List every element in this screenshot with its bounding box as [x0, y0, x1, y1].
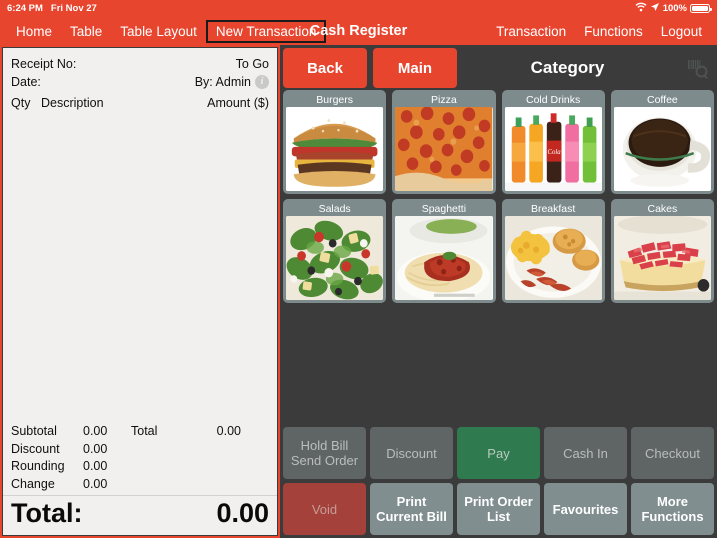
nav-item-functions[interactable]: Functions [575, 21, 652, 42]
main-button[interactable]: Main [373, 48, 457, 88]
cash-in-button[interactable]: Cash In [544, 427, 627, 479]
void-button[interactable]: Void [283, 483, 366, 535]
rounding-value: 0.00 [83, 459, 108, 473]
svg-text:Cola: Cola [547, 148, 561, 156]
tile-label: Cold Drinks [525, 94, 581, 106]
spaghetti-plate-image [395, 216, 493, 300]
receipt-totals: Subtotal 0.00 Total 0.00 Discount 0.00 R… [3, 423, 277, 495]
status-bar-right: 100% [635, 2, 712, 15]
more-functions-button[interactable]: More Functions [631, 483, 714, 535]
ios-status-bar: 6:24 PM Fri Nov 27 100% [0, 0, 717, 17]
category-tile-cakes[interactable]: Cakes [610, 199, 714, 303]
salad-bowl-image [286, 216, 384, 300]
receipt-line-items[interactable] [3, 110, 277, 423]
order-type-value[interactable]: To Go [236, 55, 269, 73]
receipt-no-label: Receipt No: [11, 57, 77, 71]
nav-item-table[interactable]: Table [61, 21, 111, 42]
main-nav-bar: Cash Register Home Table Table Layout Ne… [0, 17, 717, 45]
totals-row: Discount 0.00 [11, 441, 269, 459]
strawberry-cake-image [613, 216, 711, 300]
change-value: 0.00 [83, 476, 108, 491]
tile-label: Pizza [431, 94, 457, 106]
totals-row: Subtotal 0.00 Total 0.00 [11, 423, 269, 441]
change-label: Change [11, 476, 55, 491]
nav-item-table-layout[interactable]: Table Layout [111, 21, 206, 42]
tile-label: Breakfast [530, 203, 576, 215]
receipt-header: Receipt No: To Go Date: By: Admin i [3, 48, 277, 94]
tile-label: Cakes [647, 203, 678, 215]
coffee-cup-image [613, 107, 711, 191]
subtotal-value: 0.00 [83, 424, 108, 438]
total-side-label: Total [131, 424, 158, 438]
info-icon[interactable]: i [255, 75, 269, 89]
category-title: Category [530, 58, 605, 77]
category-tile-spaghetti[interactable]: Spaghetti [392, 199, 496, 303]
nav-item-home[interactable]: Home [7, 21, 61, 42]
discount-label: Discount [11, 441, 60, 456]
receipt-date-row: Date: By: Admin i [11, 73, 269, 91]
discount-button[interactable]: Discount [370, 427, 453, 479]
status-bar-time: 6:24 PM [7, 3, 43, 14]
operator-label: By: Admin [194, 75, 251, 89]
category-tile-cold-drinks[interactable]: Cold Drinks Cola [501, 90, 605, 194]
column-header-qty: Qty [11, 96, 31, 110]
back-button[interactable]: Back [283, 48, 367, 88]
status-bar-date: Fri Nov 27 [50, 3, 97, 14]
receipt-date-label: Date: [11, 75, 41, 89]
hold-bill-send-order-button[interactable]: Hold Bill Send Order [283, 427, 366, 479]
favourites-button[interactable]: Favourites [544, 483, 627, 535]
breakfast-plate-image [504, 216, 602, 300]
subtotal-label: Subtotal [11, 424, 57, 438]
category-tile-coffee[interactable]: Coffee [610, 90, 714, 194]
tile-label: Salads [318, 203, 351, 215]
tile-label: Coffee [647, 94, 678, 106]
nav-right-group: Transaction Functions Logout [487, 21, 717, 42]
burger-image [286, 107, 384, 191]
pizza-image [395, 107, 493, 191]
category-tile-grid: Burgers Pizza Cold Drinks Cola Coffee Sa… [283, 90, 714, 303]
grand-total-value: 0.00 [216, 498, 269, 528]
battery-full-icon [690, 4, 712, 13]
category-panel: Back Main Category Burgers Pizza Cold Dr… [280, 45, 717, 538]
nav-item-logout[interactable]: Logout [652, 21, 711, 42]
rounding-label: Rounding [11, 459, 65, 473]
pay-button[interactable]: Pay [457, 427, 540, 479]
barcode-search-icon[interactable] [687, 58, 709, 80]
category-tile-pizza[interactable]: Pizza [392, 90, 496, 194]
receipt-panel: Receipt No: To Go Date: By: Admin i Qty … [2, 47, 278, 536]
action-button-grid: Hold Bill Send Order Discount Pay Cash I… [283, 427, 714, 535]
nav-item-new-transaction[interactable]: New Transaction [205, 19, 327, 43]
grand-total-row: Total: 0.00 [3, 495, 277, 535]
print-current-bill-button[interactable]: Print Current Bill [370, 483, 453, 535]
battery-percent-label: 100% [662, 3, 687, 14]
location-arrow-icon [650, 2, 660, 15]
receipt-no-row: Receipt No: To Go [11, 55, 269, 73]
total-side-value: 0.00 [216, 424, 241, 438]
checkout-button[interactable]: Checkout [631, 427, 714, 479]
column-header-amount: Amount ($) [207, 96, 269, 110]
tile-label: Burgers [316, 94, 353, 106]
receipt-column-headers: Qty Description Amount ($) [3, 94, 277, 110]
grand-total-label: Total: [11, 498, 83, 528]
receipt-operator: By: Admin i [195, 73, 269, 91]
category-tile-burgers[interactable]: Burgers [283, 90, 387, 194]
totals-row: Change 0.00 [11, 476, 269, 494]
soda-bottles-image: Cola [504, 107, 602, 191]
discount-value: 0.00 [83, 441, 108, 456]
category-toolbar: Back Main Category [280, 48, 717, 90]
nav-item-transaction[interactable]: Transaction [487, 21, 575, 42]
category-tile-salads[interactable]: Salads [283, 199, 387, 303]
totals-row: Rounding 0.00 [11, 458, 269, 476]
pos-app-window: 6:24 PM Fri Nov 27 100% Cash Register Ho… [0, 0, 717, 538]
wifi-icon [635, 2, 647, 15]
content-area: Receipt No: To Go Date: By: Admin i Qty … [0, 45, 717, 538]
status-bar-left: 6:24 PM Fri Nov 27 [7, 3, 97, 14]
print-order-list-button[interactable]: Print Order List [457, 483, 540, 535]
column-header-description: Description [41, 96, 104, 110]
category-tile-breakfast[interactable]: Breakfast [501, 199, 605, 303]
tile-label: Spaghetti [421, 203, 467, 215]
